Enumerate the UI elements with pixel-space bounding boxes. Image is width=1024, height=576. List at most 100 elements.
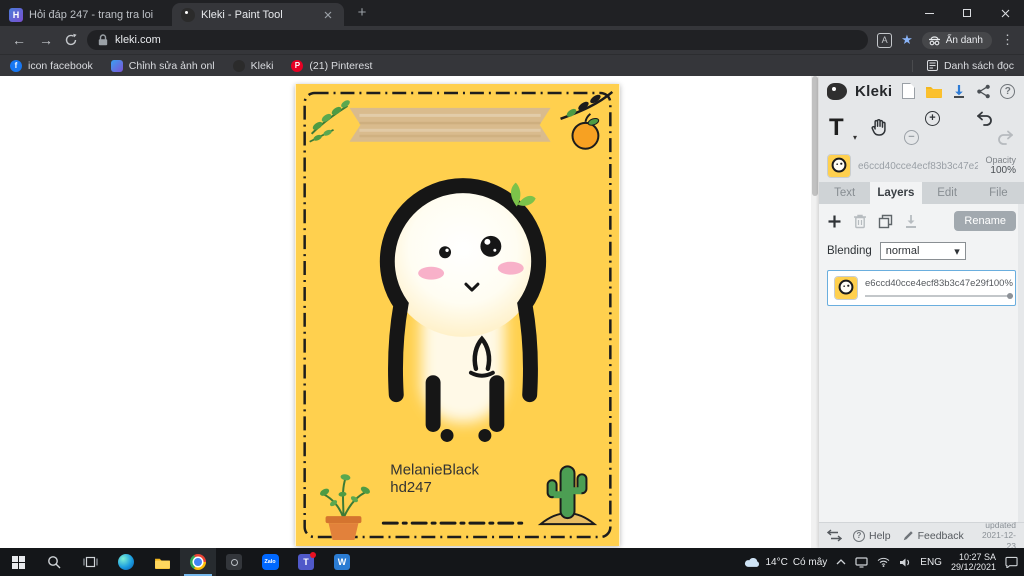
reload-button[interactable] xyxy=(64,33,78,47)
bookmark-label: icon facebook xyxy=(28,59,93,72)
undo-button[interactable] xyxy=(976,111,993,126)
file-explorer-button[interactable] xyxy=(144,548,180,576)
new-image-button[interactable] xyxy=(900,82,916,100)
address-bar[interactable]: kleki.com xyxy=(87,30,869,50)
bookmark-kleki[interactable]: Kleki xyxy=(232,59,274,72)
volume-tray-icon[interactable] xyxy=(899,557,911,568)
weather-widget[interactable]: 14°C Có mây xyxy=(744,556,827,568)
redo-button[interactable] xyxy=(997,130,1014,145)
trash-icon xyxy=(854,214,866,229)
updated-info: updated 2021-12-23 xyxy=(975,520,1016,551)
tab-title: Kleki - Paint Tool xyxy=(201,8,283,21)
task-view-button[interactable] xyxy=(72,548,108,576)
hand-tool-button[interactable] xyxy=(869,117,890,139)
tab-text[interactable]: Text xyxy=(819,182,870,204)
window-close-button[interactable] xyxy=(986,0,1024,26)
layer-name: e6ccd40cce4ecf83b3c47e29f xyxy=(865,277,989,289)
window-minimize-button[interactable] xyxy=(910,0,948,26)
chrome-app-button[interactable] xyxy=(180,548,216,576)
help-button[interactable]: ? xyxy=(1000,82,1016,100)
bookmark-facebook[interactable]: f icon facebook xyxy=(10,59,93,72)
word-app-button[interactable]: W xyxy=(324,548,360,576)
clock-widget[interactable]: 10:27 SA 29/12/2021 xyxy=(951,552,996,572)
duplicate-layer-button[interactable] xyxy=(878,214,893,229)
camera-app-button[interactable] xyxy=(216,548,252,576)
back-button[interactable]: ← xyxy=(10,33,28,47)
layer-thumbnail xyxy=(834,276,858,300)
page-scrollbar-thumb[interactable] xyxy=(812,76,818,196)
bookmark-chinh-sua-anh[interactable]: Chỉnh sửa ảnh onl xyxy=(110,59,215,72)
tray-expand-button[interactable] xyxy=(836,559,846,565)
kleki-footer: ? Help Feedback updated 2021-12-23 xyxy=(819,520,1024,551)
teams-app-button[interactable]: T xyxy=(288,548,324,576)
help-label: Help xyxy=(869,529,891,542)
bookmark-star-icon[interactable]: ★ xyxy=(901,32,913,48)
zalo-app-button[interactable]: Zalo xyxy=(252,548,288,576)
slider-knob[interactable] xyxy=(1006,292,1013,299)
weather-desc: Có mây xyxy=(792,556,828,568)
notification-center-button[interactable] xyxy=(1005,556,1018,568)
text-tool-button[interactable]: T ▾ xyxy=(829,116,857,143)
teams-letter: T xyxy=(303,557,309,567)
new-tab-button[interactable]: + xyxy=(352,4,372,21)
share-button[interactable] xyxy=(975,82,991,100)
swap-button[interactable] xyxy=(827,529,842,542)
language-indicator[interactable]: ENG xyxy=(920,557,942,568)
kleki-header: Kleki ? xyxy=(819,76,1024,106)
tab-edit[interactable]: Edit xyxy=(922,182,973,204)
layer-item[interactable]: e6ccd40cce4ecf83b3c47e29f 100% xyxy=(827,270,1016,306)
layer-opacity-slider[interactable] xyxy=(865,292,1013,299)
bookmark-label: Chỉnh sửa ảnh onl xyxy=(128,59,215,72)
layer-info: e6ccd40cce4ecf83b3c47e29f 100% xyxy=(865,278,1013,299)
tab-close-icon[interactable] xyxy=(321,8,335,22)
layers-scrollbar[interactable] xyxy=(1018,204,1024,522)
forward-button[interactable]: → xyxy=(37,33,55,47)
tab-title: Hỏi đáp 247 - trang tra loi xyxy=(29,8,154,21)
blending-row: Blending normal ▾ xyxy=(819,238,1024,264)
translate-icon[interactable]: A xyxy=(877,32,893,48)
help-link[interactable]: ? Help xyxy=(853,529,891,542)
panel-tabs: Text Layers Edit File xyxy=(819,182,1024,204)
window-controls xyxy=(910,0,1024,26)
chrome-icon xyxy=(190,554,206,570)
tab-hoidap247[interactable]: H Hỏi đáp 247 - trang tra loi xyxy=(0,3,172,26)
windows-logo-icon xyxy=(11,555,25,569)
current-brush-row: e6ccd40cce4ecf83b3c47e2 Opacity 100% xyxy=(819,150,1024,182)
profile-chip[interactable]: Ẩn danh xyxy=(921,31,992,49)
zoom-out-button[interactable]: − xyxy=(904,130,919,145)
feedback-link[interactable]: Feedback xyxy=(902,530,964,542)
window-maximize-button[interactable] xyxy=(948,0,986,26)
bookmark-pinterest[interactable]: P (21) Pinterest xyxy=(291,59,372,72)
monitor-icon xyxy=(855,556,868,568)
zoom-in-button[interactable]: + xyxy=(925,111,940,126)
page-scrollbar[interactable] xyxy=(811,76,819,548)
delete-layer-button[interactable] xyxy=(853,213,867,229)
tab-file[interactable]: File xyxy=(973,182,1024,204)
opacity-control[interactable]: Opacity 100% xyxy=(985,155,1016,177)
photo-edit-icon xyxy=(110,59,123,72)
wifi-tray-icon[interactable] xyxy=(877,557,890,567)
paint-canvas[interactable]: MelanieBlack hd247 xyxy=(295,84,620,546)
canvas-card: MelanieBlack hd247 xyxy=(295,84,620,546)
save-button[interactable] xyxy=(951,82,967,100)
brush-preview-thumbnail[interactable] xyxy=(827,154,851,178)
minimize-icon xyxy=(924,12,934,14)
taskbar-search-button[interactable] xyxy=(36,548,72,576)
open-file-button[interactable] xyxy=(925,82,943,100)
add-layer-button[interactable] xyxy=(827,214,842,229)
edge-app-button[interactable] xyxy=(108,548,144,576)
merge-layer-button[interactable] xyxy=(904,214,918,229)
camera-app-icon xyxy=(226,554,242,570)
bookmark-label: Kleki xyxy=(250,59,274,72)
reading-list-button[interactable]: Danh sách đọc xyxy=(911,59,1014,72)
tab-kleki[interactable]: Kleki - Paint Tool xyxy=(172,3,344,26)
rename-button[interactable]: Rename xyxy=(954,211,1016,231)
tab-layers[interactable]: Layers xyxy=(870,182,922,204)
start-button[interactable] xyxy=(0,548,36,576)
blending-select[interactable]: normal ▾ xyxy=(879,242,966,260)
system-tray: 14°C Có mây ENG 10:27 SA 29/12/2021 xyxy=(744,548,1024,576)
undo-icon xyxy=(977,111,992,126)
browser-menu-button[interactable]: ⋮ xyxy=(1001,32,1014,48)
kleki-icon xyxy=(232,59,245,72)
display-tray-icon[interactable] xyxy=(855,556,868,568)
